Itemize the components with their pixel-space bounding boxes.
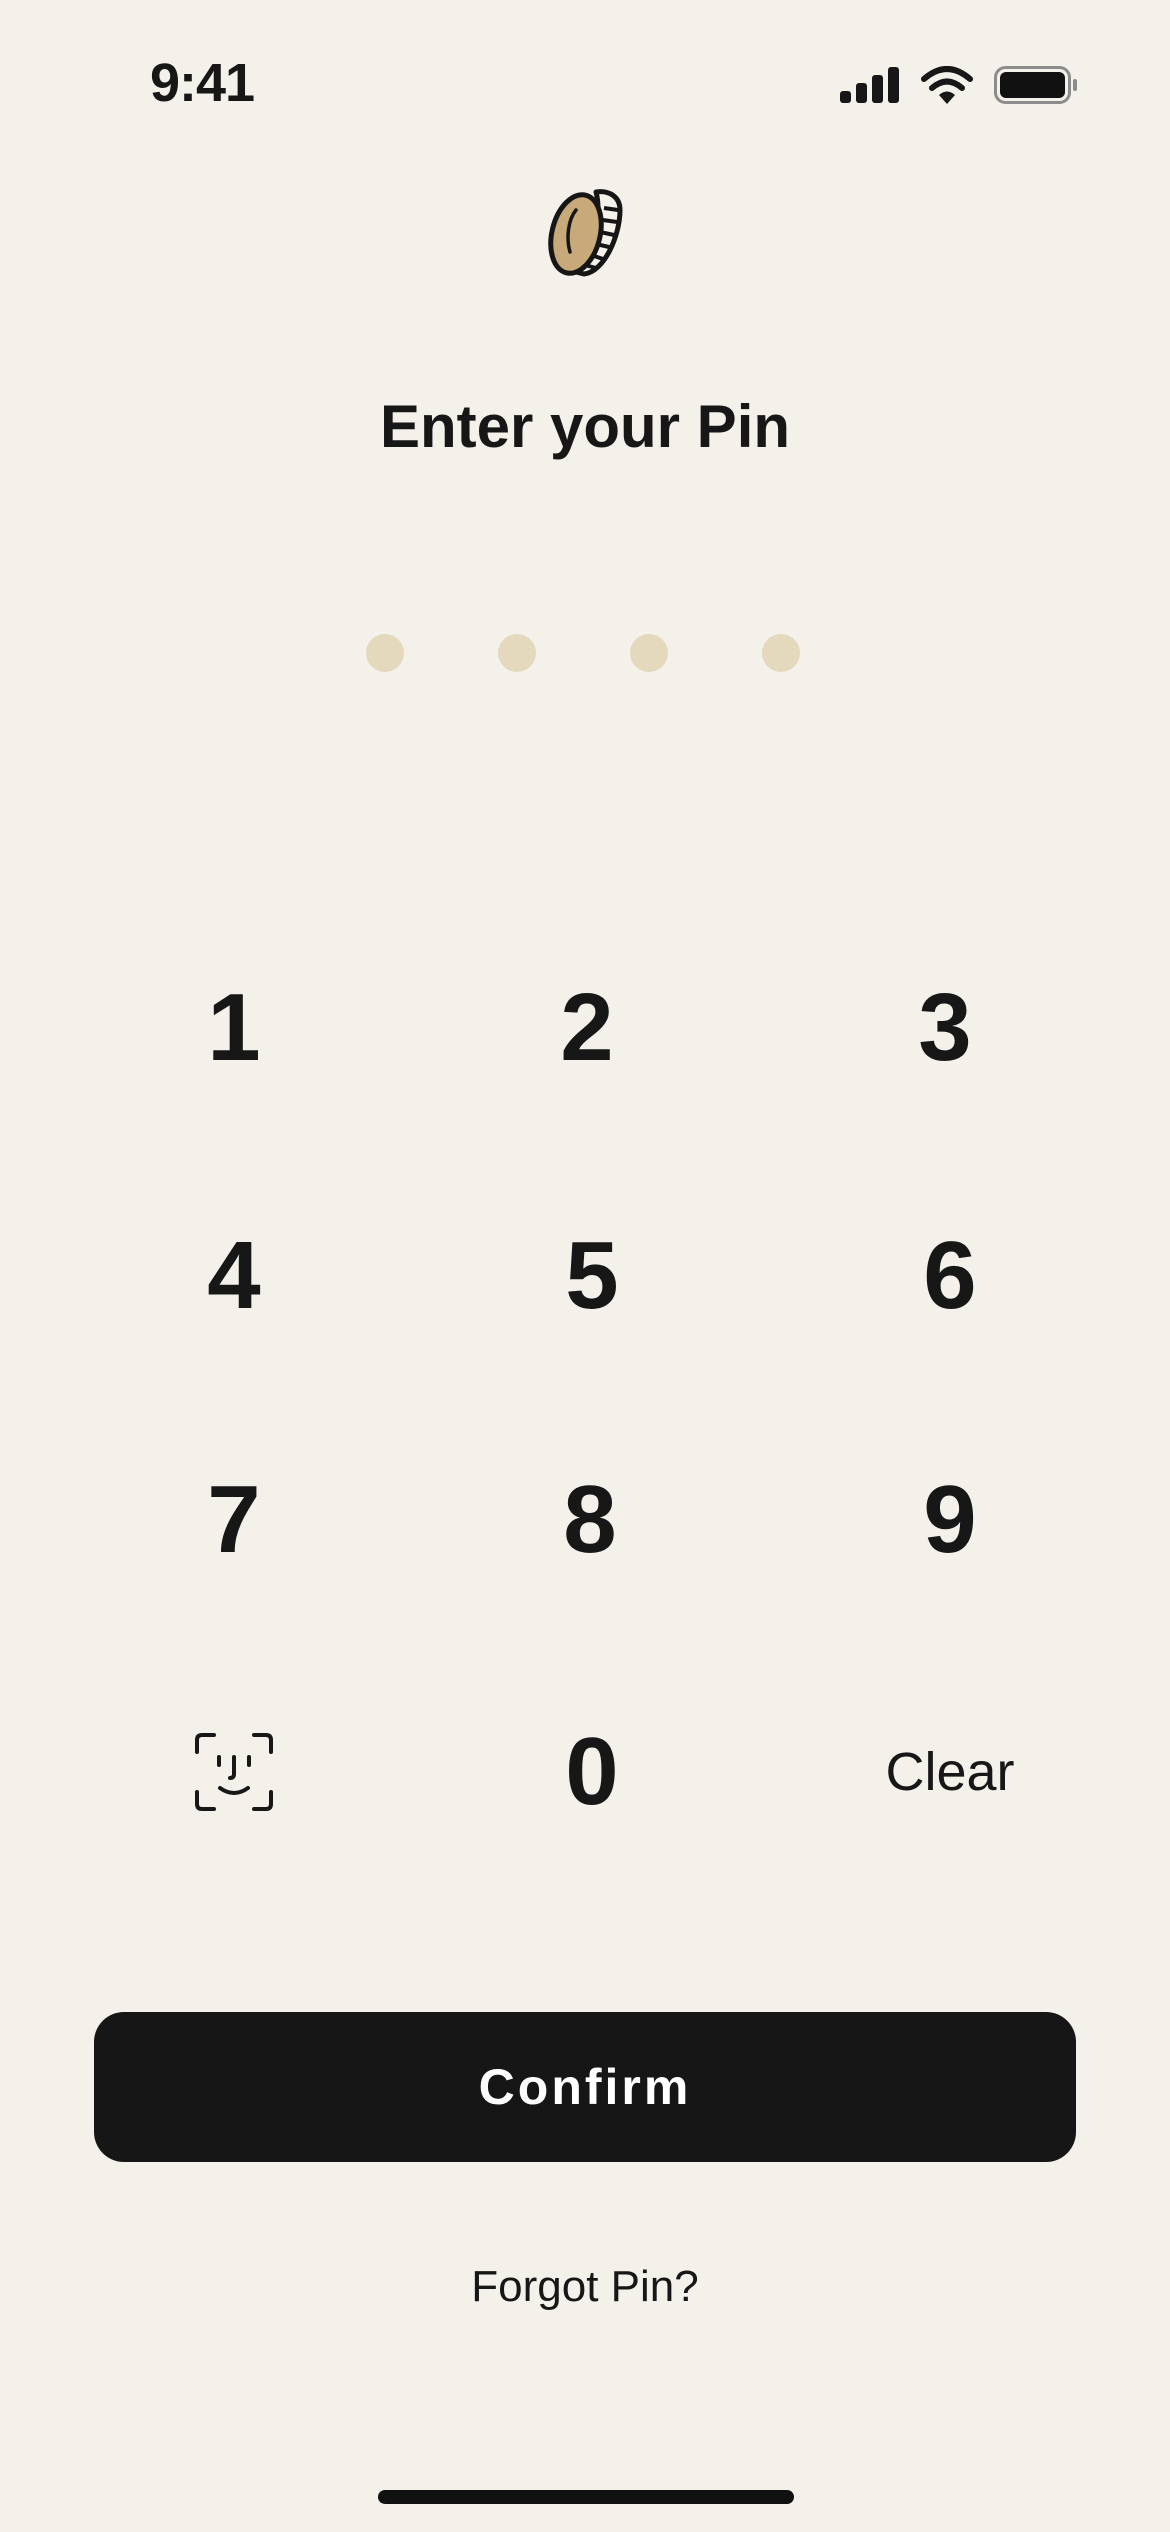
page-title: Enter your Pin: [379, 393, 791, 460]
key-3[interactable]: 3: [825, 938, 1065, 1118]
face-id-icon: [195, 1733, 273, 1811]
status-icons: [840, 66, 1078, 104]
pin-dot: [630, 634, 668, 672]
clear-button[interactable]: Clear: [830, 1682, 1070, 1862]
forgot-pin-link[interactable]: Forgot Pin?: [0, 2262, 1170, 2312]
confirm-button[interactable]: Confirm: [94, 2012, 1076, 2162]
coin-logo: [546, 186, 624, 282]
pin-dot: [366, 634, 404, 672]
key-8[interactable]: 8: [470, 1430, 710, 1610]
coin-icon: [548, 189, 623, 277]
pin-dot: [762, 634, 800, 672]
status-time: 9:41: [150, 53, 255, 113]
home-indicator[interactable]: [378, 2490, 794, 2504]
key-6[interactable]: 6: [830, 1186, 1070, 1366]
key-0[interactable]: 0: [472, 1682, 712, 1862]
wifi-icon: [921, 66, 973, 104]
key-7[interactable]: 7: [114, 1430, 354, 1610]
cellular-signal-icon: [840, 67, 899, 103]
key-9[interactable]: 9: [830, 1430, 1070, 1610]
key-2[interactable]: 2: [467, 938, 707, 1118]
key-1[interactable]: 1: [114, 938, 354, 1118]
pin-indicator: [366, 634, 802, 672]
key-4[interactable]: 4: [114, 1186, 354, 1366]
pin-dot: [498, 634, 536, 672]
key-5[interactable]: 5: [472, 1186, 712, 1366]
face-id-button[interactable]: [114, 1682, 354, 1862]
battery-icon: [994, 66, 1077, 104]
